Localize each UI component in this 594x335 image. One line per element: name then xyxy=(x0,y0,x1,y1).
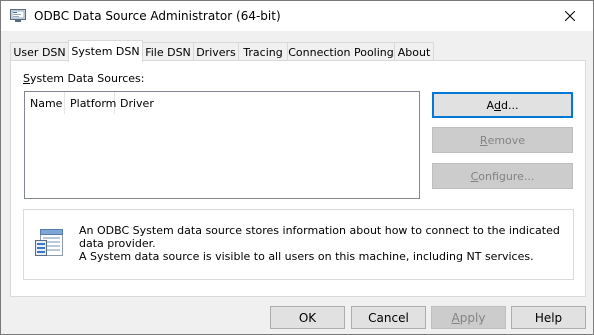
column-header-platform[interactable]: Platform xyxy=(65,92,116,114)
tab-label: System DSN xyxy=(71,45,140,58)
system-dsn-panel: System Data Sources: Name Platform Drive… xyxy=(10,60,586,297)
configure-button[interactable]: Configure... xyxy=(432,163,573,189)
column-header-name[interactable]: Name xyxy=(25,92,65,114)
odbc-app-icon xyxy=(10,9,26,23)
help-button[interactable]: Help xyxy=(511,306,586,329)
tab-tracing[interactable]: Tracing xyxy=(238,42,288,61)
tab-about[interactable]: About xyxy=(394,42,434,61)
system-data-sources-list[interactable]: Name Platform Driver xyxy=(24,91,420,199)
tab-label: Drivers xyxy=(196,45,236,59)
title-bar: ODBC Data Source Administrator (64-bit) xyxy=(1,1,593,31)
tab-system-dsn[interactable]: System DSN xyxy=(68,40,143,62)
tab-label: About xyxy=(397,45,431,59)
cancel-button[interactable]: Cancel xyxy=(351,306,426,329)
column-header-driver[interactable]: Driver xyxy=(115,92,175,114)
close-icon xyxy=(565,11,575,21)
apply-button[interactable]: Apply xyxy=(431,306,506,329)
close-button[interactable] xyxy=(547,1,593,31)
window-title: ODBC Data Source Administrator (64-bit) xyxy=(34,9,281,23)
system-data-sources-label: System Data Sources: xyxy=(23,72,145,85)
tab-label: User DSN xyxy=(13,45,66,59)
tab-connection-pooling[interactable]: Connection Pooling xyxy=(287,42,395,61)
data-source-icon xyxy=(34,228,66,258)
info-text: An ODBC System data source stores inform… xyxy=(79,224,560,263)
tab-drivers[interactable]: Drivers xyxy=(193,42,239,61)
tab-label: Connection Pooling xyxy=(288,45,394,59)
remove-button[interactable]: Remove xyxy=(432,127,573,153)
odbc-admin-window: ODBC Data Source Administrator (64-bit) … xyxy=(0,0,594,335)
tab-label: Tracing xyxy=(243,45,283,59)
ok-button[interactable]: OK xyxy=(270,306,345,329)
tab-label: File DSN xyxy=(145,45,191,59)
add-button[interactable]: Ad d... xyxy=(432,92,573,118)
tab-file-dsn[interactable]: File DSN xyxy=(142,42,194,61)
info-box: An ODBC System data source stores inform… xyxy=(23,209,574,280)
tab-user-dsn[interactable]: User DSN xyxy=(10,42,69,61)
